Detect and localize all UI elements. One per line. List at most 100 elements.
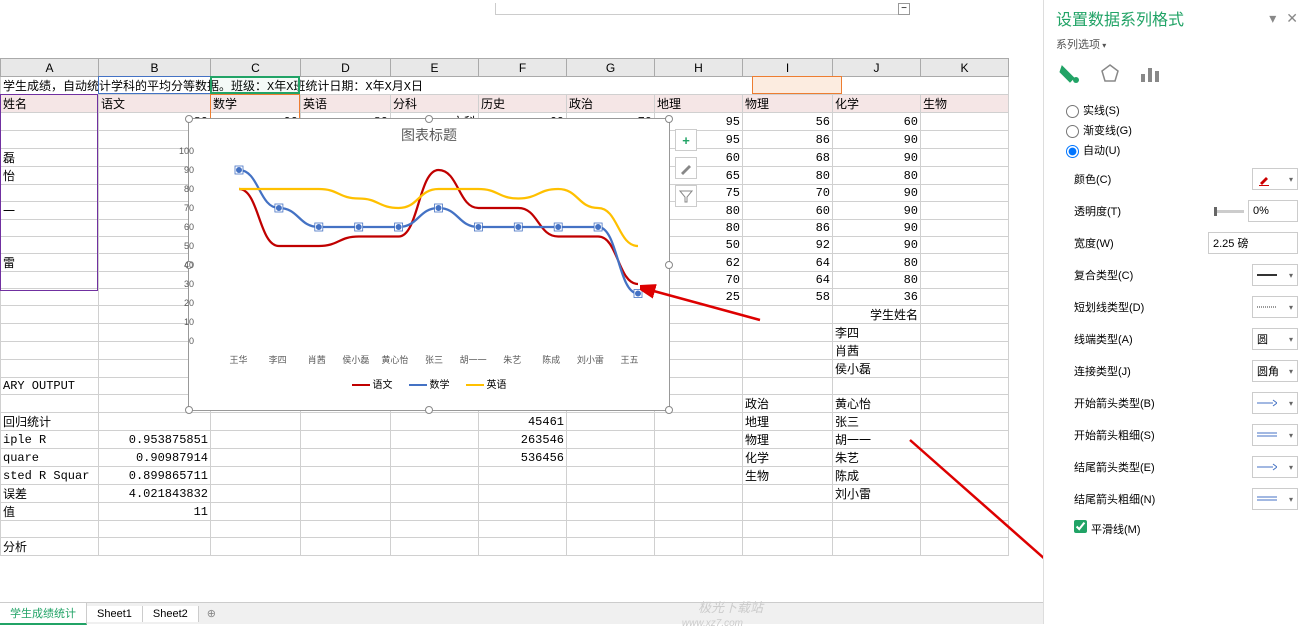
column-header[interactable]: 语文	[99, 95, 211, 113]
cell[interactable]: 92	[743, 237, 833, 254]
subj[interactable]: 生物	[743, 467, 833, 485]
cell[interactable]: 90	[833, 185, 921, 202]
f-val[interactable]: 263546	[479, 431, 567, 449]
legend-item[interactable]: 语文	[352, 376, 393, 391]
stat-val[interactable]: 0.899865711	[99, 467, 211, 485]
analysis-label[interactable]: 分析	[1, 538, 99, 556]
cell[interactable]	[921, 149, 1009, 167]
stat-val[interactable]: 4.021843832	[99, 485, 211, 503]
cell[interactable]: 80	[833, 272, 921, 289]
cell[interactable]: 肖茜	[833, 342, 921, 360]
column-header[interactable]: 数学	[211, 95, 301, 113]
cell[interactable]	[1, 289, 99, 306]
cell[interactable]: 64	[743, 254, 833, 272]
width-input[interactable]	[1208, 232, 1298, 254]
name-list-header[interactable]: 学生姓名	[833, 306, 921, 324]
cell[interactable]	[1, 360, 99, 378]
cell[interactable]: 90	[833, 237, 921, 254]
cell[interactable]	[921, 185, 1009, 202]
cell[interactable]	[1, 272, 99, 289]
cell[interactable]: 90	[833, 131, 921, 149]
radio-auto-line[interactable]: 自动(U)	[1066, 142, 1298, 158]
chart-filter-button[interactable]	[675, 185, 697, 207]
cell[interactable]: 90	[833, 149, 921, 167]
cell[interactable]: 怡	[1, 167, 99, 185]
col-header-C[interactable]: C	[211, 59, 301, 77]
series-options-dropdown[interactable]: 系列选项	[1056, 36, 1298, 52]
transparency-slider[interactable]	[1214, 210, 1244, 213]
chart-add-element-button[interactable]: +	[675, 129, 697, 151]
cell[interactable]	[921, 360, 1009, 378]
col-header-H[interactable]: H	[655, 59, 743, 77]
cell[interactable]: 一	[1, 202, 99, 220]
cell[interactable]: 36	[833, 289, 921, 306]
transparency-input[interactable]	[1248, 200, 1298, 222]
name-item[interactable]: 刘小雷	[833, 485, 921, 503]
arrow-end-size-dropdown[interactable]: ▾	[1252, 488, 1298, 510]
cell[interactable]	[1, 185, 99, 202]
col-header-D[interactable]: D	[301, 59, 391, 77]
cell[interactable]	[743, 324, 833, 342]
resize-handle[interactable]	[665, 261, 673, 269]
subj[interactable]: 政治	[743, 395, 833, 413]
cell[interactable]	[921, 324, 1009, 342]
regression-label[interactable]: 回归统计	[1, 413, 99, 431]
column-header[interactable]: 政治	[567, 95, 655, 113]
cell[interactable]: 86	[743, 220, 833, 237]
cell[interactable]	[1, 342, 99, 360]
name-item[interactable]: 朱艺	[833, 449, 921, 467]
cell[interactable]: 80	[833, 167, 921, 185]
resize-handle[interactable]	[425, 406, 433, 414]
column-header[interactable]: 姓名	[1, 95, 99, 113]
cell[interactable]: 侯小磊	[833, 360, 921, 378]
stat-label[interactable]: 误差	[1, 485, 99, 503]
col-header-A[interactable]: A	[1, 59, 99, 77]
cell[interactable]	[1, 237, 99, 254]
col-header-J[interactable]: J	[833, 59, 921, 77]
arrow-begin-size-dropdown[interactable]: ▾	[1252, 424, 1298, 446]
panel-close-button[interactable]: ✕	[1286, 10, 1298, 27]
chart-title[interactable]: 图表标题	[189, 119, 669, 151]
cell[interactable]: 雷	[1, 254, 99, 272]
stat-label[interactable]: sted R Squar	[1, 467, 99, 485]
subj[interactable]: 化学	[743, 449, 833, 467]
sheet-tab[interactable]: Sheet1	[87, 606, 143, 622]
name-item[interactable]: 陈成	[833, 467, 921, 485]
chart-lines[interactable]	[219, 151, 649, 351]
cell[interactable]	[743, 360, 833, 378]
compound-dropdown[interactable]: ▾	[1252, 264, 1298, 286]
panel-dropdown[interactable]: ▾	[1269, 10, 1276, 27]
cell[interactable]	[921, 113, 1009, 131]
radio-gradient-line[interactable]: 渐变线(G)	[1066, 122, 1298, 138]
cell[interactable]: 86	[743, 131, 833, 149]
column-header[interactable]: 地理	[655, 95, 743, 113]
summary-label[interactable]: ARY OUTPUT	[1, 378, 99, 395]
chart-plot-area[interactable]: 0102030405060708090100 王华李四肖茜侯小磊黄心怡张三胡一一…	[219, 151, 649, 351]
sheet-tabs[interactable]: 学生成绩统计 Sheet1 Sheet2 ⊕	[0, 602, 1043, 624]
sheet-tab-active[interactable]: 学生成绩统计	[0, 603, 87, 625]
stat-val[interactable]: 11	[99, 503, 211, 521]
dash-dropdown[interactable]: ▾	[1252, 296, 1298, 318]
legend-item[interactable]: 数学	[409, 376, 450, 391]
cell[interactable]	[921, 167, 1009, 185]
cell[interactable]	[1, 324, 99, 342]
cell[interactable]: 90	[833, 220, 921, 237]
cell[interactable]	[921, 254, 1009, 272]
resize-handle[interactable]	[425, 115, 433, 123]
resize-handle[interactable]	[665, 406, 673, 414]
cell[interactable]: 磊	[1, 149, 99, 167]
cell[interactable]: 90	[833, 202, 921, 220]
col-header-I[interactable]: I	[743, 59, 833, 77]
arrow-end-type-dropdown[interactable]: ▾	[1252, 456, 1298, 478]
effects-icon[interactable]	[1096, 60, 1124, 88]
cell[interactable]: 64	[743, 272, 833, 289]
cell[interactable]	[921, 202, 1009, 220]
resize-handle[interactable]	[185, 406, 193, 414]
col-header-G[interactable]: G	[567, 59, 655, 77]
join-dropdown[interactable]: 圆角▾	[1252, 360, 1298, 382]
subj[interactable]: 地理	[743, 413, 833, 431]
chart-legend[interactable]: 语文数学英语	[189, 376, 669, 391]
sheet-tab[interactable]: Sheet2	[143, 606, 199, 622]
subj[interactable]: 物理	[743, 431, 833, 449]
name-item[interactable]: 张三	[833, 413, 921, 431]
